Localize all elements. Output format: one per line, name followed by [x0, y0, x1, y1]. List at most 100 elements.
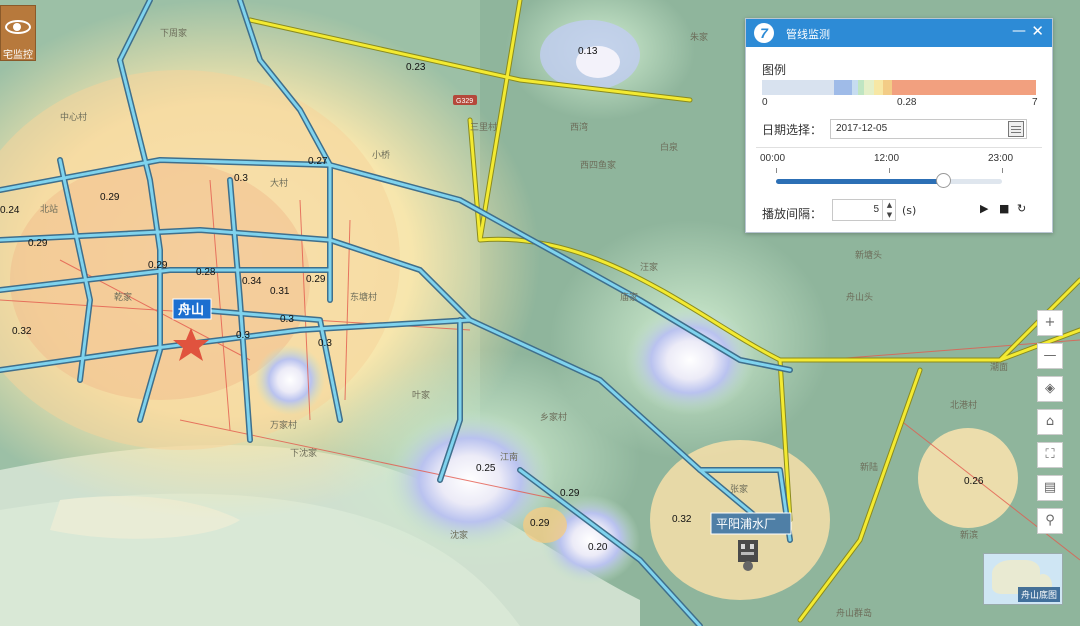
place-label: 新陆 [860, 461, 878, 473]
calendar-icon[interactable] [1008, 121, 1024, 137]
time-tick [776, 168, 777, 173]
time-mid: 12:00 [874, 153, 900, 164]
logo-text: 宅监控 [3, 50, 33, 61]
reading-label: 0.32 [672, 514, 692, 525]
place-label: 舟山群岛 [836, 607, 872, 619]
legend-title: 图例 [762, 63, 787, 77]
place-label: 北港村 [950, 399, 977, 411]
legend-max: 7 [1032, 97, 1038, 108]
reading-label: 0.29 [28, 238, 48, 249]
place-label: 张家 [730, 483, 748, 495]
place-label: 小桥 [372, 149, 390, 161]
interval-unit: (s) [902, 204, 917, 217]
place-label: 新塘头 [855, 249, 882, 261]
legend-color-bar [762, 80, 1036, 95]
panel-header[interactable]: 7 管线监测 — ✕ [746, 19, 1052, 47]
panel-title: 管线监测 [786, 28, 830, 41]
zoom-in-button[interactable]: + [1037, 310, 1063, 336]
divider [756, 147, 1042, 148]
plant-label[interactable]: 平阳浦水厂 [716, 517, 776, 531]
legend-swatch [834, 80, 853, 95]
legend-swatch [864, 80, 874, 95]
interval-label: 播放间隔： [762, 207, 823, 221]
legend-min: 0 [762, 97, 768, 108]
time-slider-fill [776, 179, 944, 184]
reading-label: 0.28 [196, 267, 216, 278]
city-label[interactable]: 舟山 [178, 302, 204, 318]
place-label: 西湾 [570, 121, 588, 133]
place-label: 潮面 [990, 361, 1008, 373]
reading-label: 0.23 [406, 62, 426, 73]
time-slider-handle[interactable] [936, 173, 952, 188]
place-label: 庙家 [620, 291, 638, 303]
legend-mid: 0.28 [897, 97, 917, 108]
place-label: 东塘村 [350, 291, 377, 303]
place-label: 江南 [500, 451, 518, 463]
reading-label: 0.34 [242, 276, 262, 287]
time-tick [889, 168, 890, 173]
time-end: 23:00 [988, 153, 1014, 164]
place-label: 中心村 [60, 111, 87, 123]
legend-swatch [873, 80, 884, 95]
date-label: 日期选择： [762, 123, 823, 137]
reading-label: 0.29 [100, 192, 120, 203]
place-label: 沈家 [450, 529, 468, 541]
reading-label: 0.3 [236, 330, 250, 341]
time-tick [1002, 168, 1003, 173]
place-label: 朱家 [690, 31, 708, 43]
legend-swatch [891, 80, 940, 95]
app-logo[interactable]: 宅监控 [0, 5, 36, 61]
search-icon[interactable]: ⚲ [1037, 508, 1063, 534]
reading-label: 0.3 [318, 338, 332, 349]
legend-swatch [939, 80, 988, 95]
interval-stepper[interactable]: ▲ ▼ [882, 200, 896, 220]
reading-label: 0.29 [306, 274, 326, 285]
place-label: 白泉 [660, 141, 678, 153]
reading-label: 0.29 [560, 488, 580, 499]
time-start: 00:00 [760, 153, 786, 164]
reading-label: 0.20 [588, 542, 608, 553]
minimize-icon[interactable]: — [1012, 23, 1026, 39]
reading-label: 0.3 [234, 173, 248, 184]
layers-icon[interactable]: ◈ [1037, 376, 1063, 402]
place-label: 下周家 [160, 27, 187, 39]
overview-map[interactable]: 舟山底图 [983, 553, 1063, 605]
overview-label: 舟山底图 [1017, 587, 1060, 602]
fullscreen-icon[interactable]: ⛶ [1037, 442, 1063, 468]
refresh-icon[interactable]: ↻ [1017, 202, 1026, 215]
date-input[interactable]: 2017-12-05 [830, 119, 1027, 139]
reading-label: 0.27 [308, 156, 328, 167]
home-icon[interactable]: ⌂ [1037, 409, 1063, 435]
place-label: 汪家 [640, 261, 658, 273]
reading-label: 0.25 [476, 463, 496, 474]
pipeline-monitor-panel: 7 管线监测 — ✕ 图例 0 0.28 7 日期选择： 2017-12-05 … [745, 18, 1053, 233]
play-icon[interactable]: ▶ [980, 202, 988, 215]
legend-swatch [762, 80, 799, 95]
reading-label: 0.3 [280, 314, 294, 325]
place-label: 叶家 [412, 389, 430, 401]
measure-icon[interactable]: ▤ [1037, 475, 1063, 501]
place-label: 乡家村 [540, 411, 567, 423]
highway-badge-text: G329 [456, 98, 473, 105]
place-label: 大村 [270, 177, 288, 189]
place-label: 西四鱼家 [580, 159, 616, 171]
place-label: 乾家 [114, 291, 132, 303]
eye-pupil-icon [13, 23, 21, 31]
reading-label: 0.31 [270, 286, 290, 297]
place-label: 万家村 [270, 419, 297, 431]
map-toolbar: + — ◈ ⌂ ⛶ ▤ ⚲ [1037, 310, 1063, 541]
reading-label: 0.32 [12, 326, 32, 337]
legend-swatch [798, 80, 835, 95]
reading-label: 0.24 [0, 205, 20, 216]
panel-logo-icon: 7 [754, 23, 774, 43]
close-icon[interactable]: ✕ [1031, 22, 1044, 40]
place-label: 北站 [40, 203, 58, 215]
place-label: 三里村 [470, 121, 497, 133]
stop-icon[interactable]: ■ [999, 202, 1009, 215]
reading-label: 0.29 [148, 260, 168, 271]
reading-label: 0.13 [578, 46, 598, 57]
legend-swatch [987, 80, 1036, 95]
reading-label: 0.26 [964, 476, 984, 487]
heat-zone-small-blue [255, 345, 325, 415]
zoom-out-button[interactable]: — [1037, 343, 1063, 369]
